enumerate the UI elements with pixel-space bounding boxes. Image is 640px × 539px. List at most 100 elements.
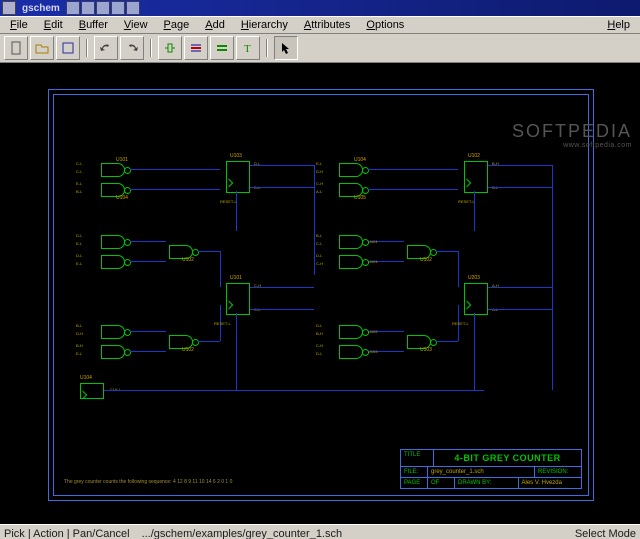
- tb-file-label: FILE:: [401, 467, 428, 477]
- wire[interactable]: [436, 251, 458, 252]
- clock-source[interactable]: [80, 383, 104, 399]
- undo-icon[interactable]: [94, 36, 118, 60]
- net-label: B-L: [76, 323, 82, 328]
- refdes: U203: [468, 275, 480, 281]
- wire[interactable]: [488, 187, 552, 188]
- net-label: C-L: [76, 169, 82, 174]
- wire[interactable]: [130, 241, 166, 242]
- gate-nand[interactable]: [340, 325, 363, 339]
- max-icon[interactable]: [81, 1, 95, 15]
- gate-nand[interactable]: [340, 345, 363, 359]
- wire[interactable]: [236, 313, 237, 390]
- add-net-icon[interactable]: [184, 36, 208, 60]
- new-file-icon[interactable]: [4, 36, 28, 60]
- menu-page[interactable]: Page: [156, 19, 198, 31]
- net-label: C-H: [316, 181, 323, 186]
- status-hint: Pick | Action | Pan/Cancel: [4, 528, 142, 539]
- canvas-wrap: SOFTPEDIA www.softpedia.com U101 U104 C-…: [0, 63, 640, 524]
- wire[interactable]: [198, 251, 220, 252]
- tb-title-label: TITLE: [401, 450, 434, 466]
- add-bus-icon[interactable]: [210, 36, 234, 60]
- gate-nand[interactable]: [102, 325, 125, 339]
- menu-file[interactable]: File: [2, 19, 36, 31]
- status-filepath: .../gschem/examples/grey_counter_1.sch: [142, 528, 575, 539]
- wire[interactable]: [220, 251, 221, 287]
- schematic-canvas[interactable]: U101 U104 C-L C-L E-L B-L U103 D-L D-L R…: [0, 63, 640, 524]
- refdes: U102: [182, 347, 194, 353]
- wire[interactable]: [130, 331, 166, 332]
- add-text-icon[interactable]: T: [236, 36, 260, 60]
- select-mode-icon[interactable]: [274, 36, 298, 60]
- menu-help[interactable]: Help: [599, 19, 638, 31]
- flipflop[interactable]: [226, 161, 250, 193]
- close-icon[interactable]: [126, 1, 140, 15]
- net-label: D-L: [316, 253, 322, 258]
- gate-nand[interactable]: [102, 345, 125, 359]
- schematic-title: 4-BIT GREY COUNTER: [434, 450, 581, 466]
- menu-add[interactable]: Add: [197, 19, 233, 31]
- wire[interactable]: [552, 165, 553, 390]
- net-label: C-H: [316, 261, 323, 266]
- min-icon[interactable]: [66, 1, 80, 15]
- save-file-icon[interactable]: [56, 36, 80, 60]
- menu-hierarchy[interactable]: Hierarchy: [233, 19, 296, 31]
- menu-options[interactable]: Options: [358, 19, 412, 31]
- redo-icon[interactable]: [120, 36, 144, 60]
- gate-nand[interactable]: [340, 235, 363, 249]
- wire[interactable]: [236, 191, 237, 231]
- wire[interactable]: [436, 341, 458, 342]
- wire[interactable]: [250, 287, 314, 288]
- wire[interactable]: [368, 169, 458, 170]
- net-label: B-L: [316, 233, 322, 238]
- refdes: U101: [368, 239, 378, 244]
- net-label: RESET-L: [220, 199, 237, 204]
- flipflop[interactable]: [226, 283, 250, 315]
- menubar: File Edit Buffer View Page Add Hierarchy…: [0, 16, 640, 34]
- gate-nand[interactable]: [102, 235, 125, 249]
- tb-rev-label: REVISION:: [535, 467, 581, 477]
- wire[interactable]: [368, 189, 458, 190]
- wire[interactable]: [250, 187, 314, 188]
- refdes: U101: [368, 259, 378, 264]
- flipflop[interactable]: [464, 161, 488, 193]
- add-component-icon[interactable]: [158, 36, 182, 60]
- open-file-icon[interactable]: [30, 36, 54, 60]
- menu-buffer[interactable]: Buffer: [71, 19, 116, 31]
- wire[interactable]: [458, 251, 459, 287]
- refdes: U104: [116, 195, 128, 201]
- wire[interactable]: [474, 313, 475, 390]
- menu-attributes[interactable]: Attributes: [296, 19, 358, 31]
- refdes: U105: [354, 195, 366, 201]
- wire[interactable]: [488, 309, 552, 310]
- wire[interactable]: [104, 390, 484, 391]
- wire[interactable]: [130, 351, 166, 352]
- flipflop[interactable]: [464, 283, 488, 315]
- gate-nand[interactable]: [340, 163, 363, 177]
- wire[interactable]: [250, 165, 314, 166]
- wire[interactable]: [130, 261, 166, 262]
- net-label: A-L: [316, 189, 322, 194]
- menu-edit[interactable]: Edit: [36, 19, 71, 31]
- wire[interactable]: [488, 165, 552, 166]
- net-label: B-L: [76, 189, 82, 194]
- wire[interactable]: [130, 169, 220, 170]
- wire[interactable]: [250, 309, 314, 310]
- gate-nand[interactable]: [102, 163, 125, 177]
- wire[interactable]: [488, 287, 552, 288]
- svg-text:T: T: [244, 43, 251, 55]
- system-menu-icon[interactable]: [2, 1, 16, 15]
- refdes: U102: [182, 257, 194, 263]
- wire[interactable]: [314, 165, 315, 275]
- net-label: RESET-L: [214, 321, 231, 326]
- menu-view[interactable]: View: [116, 19, 156, 31]
- refdes: U101: [230, 275, 242, 281]
- shade-icon[interactable]: [111, 1, 125, 15]
- wire[interactable]: [130, 189, 220, 190]
- refdes: U103: [420, 347, 432, 353]
- gate-nand[interactable]: [102, 255, 125, 269]
- wire[interactable]: [198, 341, 220, 342]
- gate-nand[interactable]: [340, 255, 363, 269]
- wire[interactable]: [474, 191, 475, 231]
- refdes: U102: [420, 257, 432, 263]
- iconify-icon[interactable]: [96, 1, 110, 15]
